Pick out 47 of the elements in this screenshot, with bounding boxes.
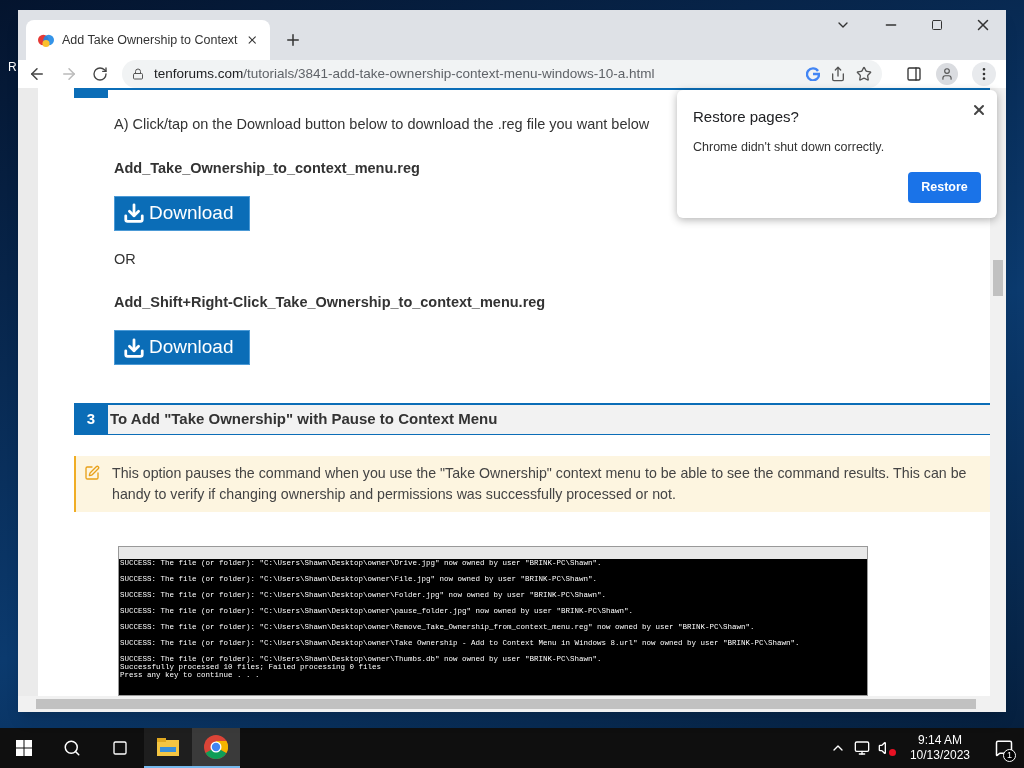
or-text: OR xyxy=(114,249,136,269)
section-number: 3 xyxy=(74,405,108,435)
profile-avatar[interactable] xyxy=(936,63,958,85)
folder-icon xyxy=(157,738,179,756)
scrollbar-thumb[interactable] xyxy=(36,699,976,709)
scrollbar-thumb[interactable] xyxy=(993,260,1003,296)
share-icon[interactable] xyxy=(830,66,846,82)
note-text: This option pauses the command when you use the "Take Ownership" context menu to be able to see the command results. This can be handy to verify if changing ownership and permissions was successfully processed or not. xyxy=(112,464,968,505)
dialog-title: Restore pages? xyxy=(693,107,799,127)
download-icon xyxy=(123,336,145,359)
file-name: Add_Take_Ownership_to_context_menu.reg xyxy=(114,158,420,178)
chrome-icon xyxy=(204,735,228,759)
reload-icon[interactable] xyxy=(92,66,108,82)
notification-icon xyxy=(995,739,1013,757)
dialog-message: Chrome didn't shut down correctly. xyxy=(693,138,886,156)
maximize-icon[interactable] xyxy=(931,19,943,31)
download-icon xyxy=(123,202,145,224)
download-button[interactable]: Download xyxy=(114,195,250,231)
network-icon[interactable] xyxy=(853,740,870,756)
pencil-icon xyxy=(84,465,100,482)
restore-button[interactable]: Restore xyxy=(908,172,981,204)
bookmark-icon[interactable] xyxy=(856,66,872,82)
search-icon[interactable] xyxy=(63,739,81,757)
taskbar-app[interactable] xyxy=(144,728,192,768)
menu-button[interactable] xyxy=(972,62,996,86)
section-title: To Add "Take Ownership" with Pause to Context Menu xyxy=(109,409,498,430)
volume-muted-icon[interactable] xyxy=(877,740,896,756)
taskbar-app[interactable] xyxy=(192,728,240,768)
step-text: A) Click/tap on the Download button below to download the .reg file you want below xyxy=(114,115,650,134)
download-button[interactable]: Download xyxy=(114,330,250,365)
close-icon[interactable] xyxy=(971,102,987,118)
clock[interactable]: 9:14 AM 10/13/2023 xyxy=(901,733,978,763)
notification-count: 1 xyxy=(1003,749,1016,762)
new-tab-icon[interactable] xyxy=(284,31,302,49)
notification-button[interactable]: 1 xyxy=(984,728,1024,768)
browser-tab[interactable]: Add Take Ownership to Context xyxy=(26,20,270,60)
google-icon[interactable] xyxy=(806,67,820,81)
desktop-icon-label: R xyxy=(8,59,17,76)
lock-icon xyxy=(132,68,144,80)
url-text: tenforums.com/tutorials/3841-add-take-ownership-context-menu-windows-10-a.html xyxy=(154,64,655,83)
file-name: Add_Shift+Right-Click_Take_Ownership_to_context_menu.reg xyxy=(114,293,546,313)
back-icon[interactable] xyxy=(28,65,46,83)
windows-icon xyxy=(16,740,32,756)
address-bar[interactable]: tenforums.com/tutorials/3841-add-take-ownership-context-menu-windows-10-a.html xyxy=(122,60,882,88)
task-view-icon[interactable] xyxy=(112,740,128,756)
tab-title: Add Take Ownership to Context xyxy=(62,31,238,49)
side-panel-icon[interactable] xyxy=(906,66,922,82)
